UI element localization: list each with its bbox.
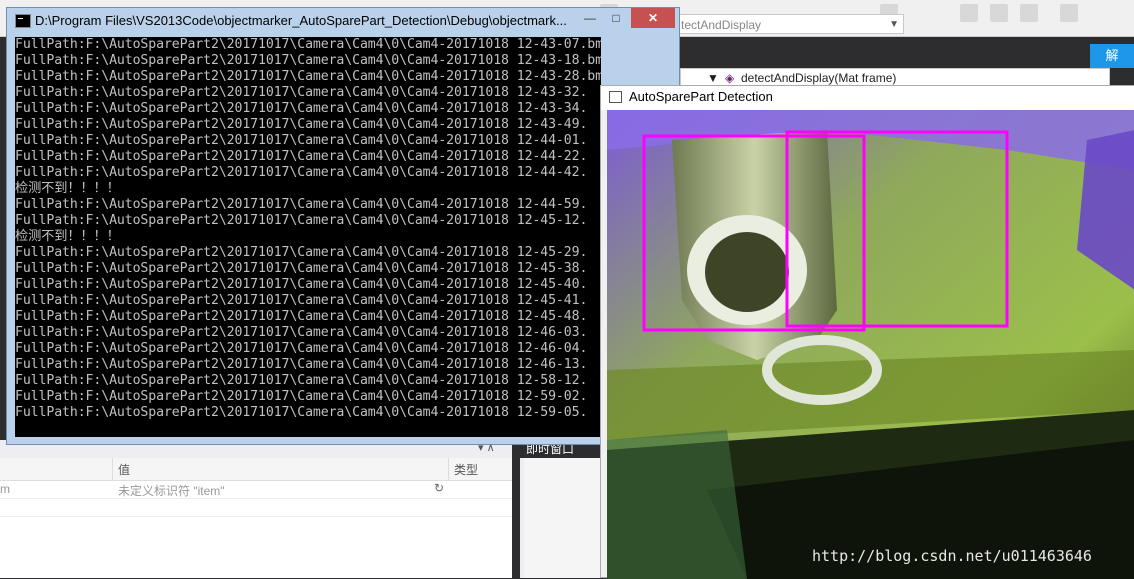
console-line: FullPath:F:\AutoSparePart2\20171017\Came… [15, 117, 588, 132]
console-line: FullPath:F:\AutoSparePart2\20171017\Came… [15, 341, 588, 356]
refresh-icon[interactable]: ↻ [434, 481, 444, 495]
console-title: D:\Program Files\VS2013Code\objectmarker… [35, 13, 567, 28]
console-line: FullPath:F:\AutoSparePart2\20171017\Came… [15, 85, 588, 100]
table-row[interactable] [0, 498, 512, 517]
console-line: FullPath:F:\AutoSparePart2\20171017\Came… [15, 245, 588, 260]
chevron-down-icon: ▼ [889, 19, 899, 30]
console-line: FullPath:F:\AutoSparePart2\20171017\Came… [15, 357, 588, 372]
console-lines: FullPath:F:\AutoSparePart2\20171017\Came… [15, 37, 601, 421]
toolbar-icon[interactable] [1020, 4, 1038, 22]
console-line: FullPath:F:\AutoSparePart2\20171017\Came… [15, 373, 588, 388]
immediate-window-body[interactable] [524, 458, 602, 578]
panel-splitter[interactable] [512, 440, 520, 578]
camera-image [607, 110, 1134, 579]
watch-panel: ▾ ⊼ 值 类型 m 未定义标识符 "item" ↻ [0, 440, 512, 578]
grid-header: 值 类型 [0, 458, 512, 481]
console-line: FullPath:F:\AutoSparePart2\20171017\Came… [15, 405, 588, 420]
immediate-window: 即时窗口 [520, 440, 604, 578]
function-combo[interactable]: tectAndDisplay ▼ [676, 14, 904, 34]
minimize-button[interactable]: — [577, 8, 603, 28]
table-row[interactable]: m 未定义标识符 "item" ↻ [0, 480, 512, 499]
console-line: FullPath:F:\AutoSparePart2\20171017\Came… [15, 165, 588, 180]
console-line: FullPath:F:\AutoSparePart2\20171017\Came… [15, 389, 588, 404]
detection-titlebar[interactable]: AutoSparePart Detection [601, 86, 1134, 110]
console-titlebar[interactable]: D:\Program Files\VS2013Code\objectmarker… [7, 8, 679, 34]
column-value: 值 [118, 463, 131, 477]
console-window[interactable]: D:\Program Files\VS2013Code\objectmarker… [6, 7, 680, 445]
console-line: FullPath:F:\AutoSparePart2\20171017\Came… [15, 213, 588, 228]
console-line: FullPath:F:\AutoSparePart2\20171017\Came… [15, 53, 601, 68]
console-line: FullPath:F:\AutoSparePart2\20171017\Came… [15, 101, 588, 116]
console-icon [15, 14, 31, 28]
cell-name: m [0, 482, 10, 496]
close-button[interactable]: ✕ [631, 8, 675, 28]
toolbar-icon[interactable] [990, 4, 1008, 22]
cell-value: 未定义标识符 "item" [118, 484, 225, 498]
console-line: FullPath:F:\AutoSparePart2\20171017\Came… [15, 325, 588, 340]
column-type: 类型 [454, 463, 479, 477]
solution-explorer-tab[interactable]: 解 [1090, 44, 1134, 68]
console-line: FullPath:F:\AutoSparePart2\20171017\Came… [15, 37, 601, 52]
toolbar-icon[interactable] [960, 4, 978, 22]
maximize-button[interactable]: □ [603, 8, 629, 28]
console-line: FullPath:F:\AutoSparePart2\20171017\Came… [15, 69, 601, 84]
console-line: 检测不到！！！！ [15, 181, 120, 196]
console-output[interactable]: FullPath:F:\AutoSparePart2\20171017\Came… [15, 37, 601, 437]
toolbar-icon[interactable] [1060, 4, 1078, 22]
console-line: FullPath:F:\AutoSparePart2\20171017\Came… [15, 149, 588, 164]
watermark-text: http://blog.csdn.net/u011463646 [812, 547, 1092, 565]
console-line: FullPath:F:\AutoSparePart2\20171017\Came… [15, 197, 588, 212]
console-line: FullPath:F:\AutoSparePart2\20171017\Came… [15, 293, 588, 308]
camera-frame [607, 110, 1134, 579]
console-line: FullPath:F:\AutoSparePart2\20171017\Came… [15, 277, 588, 292]
console-line: FullPath:F:\AutoSparePart2\20171017\Came… [15, 309, 588, 324]
console-line: FullPath:F:\AutoSparePart2\20171017\Came… [15, 261, 588, 276]
console-line: FullPath:F:\AutoSparePart2\20171017\Came… [15, 133, 588, 148]
window-icon [609, 91, 622, 103]
function-combo-value: tectAndDisplay [681, 18, 762, 32]
detection-window[interactable]: AutoSparePart Detection [600, 85, 1134, 579]
detection-title: AutoSparePart Detection [629, 89, 773, 104]
console-line: 检测不到！！！！ [15, 229, 120, 244]
